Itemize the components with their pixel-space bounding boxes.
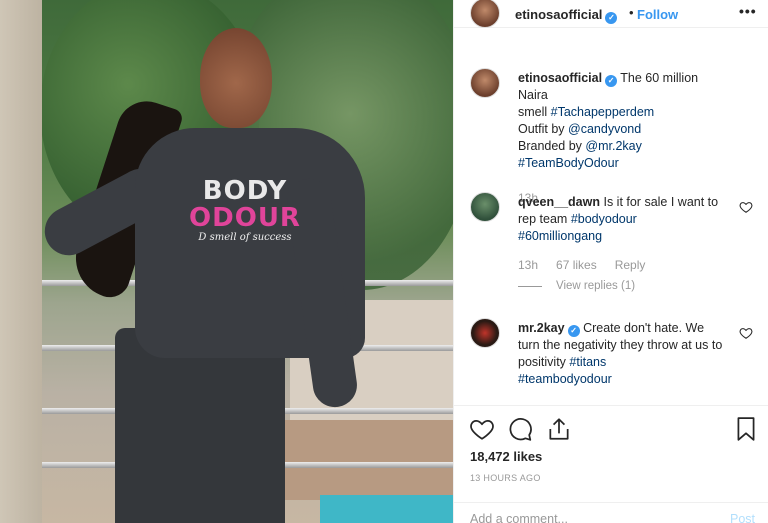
verified-badge-icon: ✓: [567, 325, 580, 337]
comment-meta: 13h 67 likes Reply: [518, 258, 663, 272]
separator-dot: •: [629, 5, 634, 20]
comment-text: qveen__dawn Is it for sale I want to rep…: [518, 194, 723, 245]
comment-item: qveen__dawn Is it for sale I want to rep…: [470, 192, 765, 302]
more-options-icon[interactable]: •••: [739, 3, 757, 19]
caption-line: smell: [518, 105, 551, 119]
comment-like-heart-icon[interactable]: [739, 200, 753, 214]
shirt-line-1: BODY: [202, 176, 288, 206]
verified-badge-icon: ✓: [605, 75, 618, 87]
hashtag-link[interactable]: #titans: [569, 355, 606, 369]
hashtag-link[interactable]: #60milliongang: [518, 229, 602, 243]
caption-avatar[interactable]: [470, 68, 500, 98]
reply-button[interactable]: Reply: [615, 258, 646, 272]
post-sidebar: etinosaofficial ✓ • Follow ••• etinosaoff…: [453, 0, 768, 523]
commenter-username[interactable]: qveen__dawn: [518, 195, 600, 209]
commenter-avatar[interactable]: [470, 318, 500, 348]
replies-line: [518, 285, 542, 287]
verified-badge-icon: ✓: [605, 12, 618, 24]
hashtag-link[interactable]: #teambodyodour: [518, 372, 612, 386]
share-icon[interactable]: [546, 416, 572, 442]
action-icons: [469, 416, 759, 442]
add-comment-bar: Add a comment... Post: [454, 502, 768, 523]
post-button[interactable]: Post: [730, 512, 755, 523]
comment-item: mr.2kay ✓ Create don't hate. We turn the …: [470, 318, 765, 398]
view-replies[interactable]: View replies (1): [518, 280, 635, 292]
caption-username[interactable]: etinosaofficial ✓: [518, 71, 618, 87]
head: [200, 28, 272, 128]
comment-like-heart-icon[interactable]: [739, 326, 753, 340]
mention-link[interactable]: @mr.2kay: [585, 139, 641, 153]
hashtag-link[interactable]: #Tachapepperdem: [551, 105, 655, 119]
comment-input[interactable]: Add a comment...: [470, 512, 568, 523]
caption-line: Outfit by: [518, 122, 569, 136]
post-header: etinosaofficial ✓ • Follow •••: [454, 0, 768, 28]
post-photo[interactable]: BODY ODOUR D smell of success: [0, 0, 453, 523]
person-figure: BODY ODOUR D smell of success: [36, 28, 380, 523]
shirt-line-2: ODOUR: [189, 203, 301, 233]
post-actions: 18,472 likes 13 HOURS AGO Add a comment.…: [454, 405, 768, 523]
comment-likes[interactable]: 67 likes: [556, 258, 597, 272]
comment-icon[interactable]: [507, 416, 533, 442]
comment-text: mr.2kay ✓ Create don't hate. We turn the …: [518, 320, 723, 388]
commenter-avatar[interactable]: [470, 192, 500, 222]
shirt-line-3: D smell of success: [198, 232, 292, 243]
comment-time[interactable]: 13h: [518, 258, 538, 272]
caption-line: Branded by: [518, 139, 586, 153]
view-replies-label: View replies (1): [556, 280, 636, 292]
likes-count[interactable]: 18,472 likes: [470, 449, 542, 464]
author-avatar[interactable]: [470, 0, 500, 28]
caption-text: etinosaofficial ✓ The 60 million Naira sm…: [518, 70, 723, 172]
hashtag-link[interactable]: #bodyodour: [571, 212, 637, 226]
follow-button[interactable]: Follow: [637, 7, 678, 22]
author-username[interactable]: etinosaofficial ✓: [515, 7, 618, 24]
shirt-print: BODY ODOUR D smell of success: [180, 178, 310, 244]
heart-icon[interactable]: [469, 416, 495, 442]
commenter-username[interactable]: mr.2kay ✓: [518, 321, 580, 337]
hashtag-link[interactable]: #TeamBodyOdour: [518, 156, 619, 170]
wall-edge: [0, 0, 42, 523]
caption: etinosaofficial ✓ The 60 million Naira sm…: [470, 68, 765, 205]
mention-link[interactable]: @candyvond: [568, 122, 641, 136]
post-timestamp[interactable]: 13 HOURS AGO: [470, 473, 541, 483]
bookmark-icon[interactable]: [735, 416, 757, 442]
